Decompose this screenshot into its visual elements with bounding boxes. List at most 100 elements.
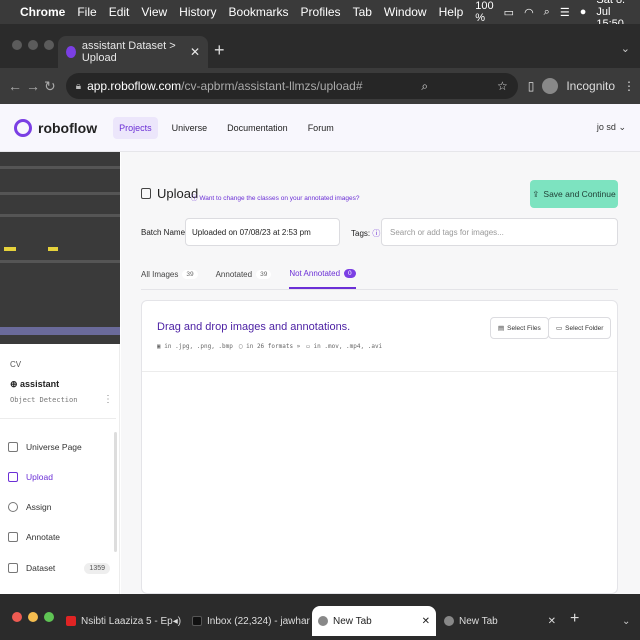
top-nav: Projects Universe Documentation Forum [113,116,340,139]
more-options-icon[interactable]: ⋮ [103,394,113,405]
menu-app-name[interactable]: Chrome [20,5,65,19]
tab-search-chevron-icon[interactable]: ⌄ [621,42,630,55]
battery-icon[interactable]: ▭ [504,6,514,19]
batch-name-input[interactable]: Uploaded on 07/08/23 at 2:53 pm [185,218,340,246]
zoom-icon[interactable]: ⌕ [421,79,428,94]
dataset-icon [8,563,18,573]
menu-file[interactable]: File [77,5,96,19]
minimize-window-button[interactable] [28,40,38,50]
menu-bookmarks[interactable]: Bookmarks [229,5,289,19]
tags-input[interactable]: Search or add tags for images... [381,218,618,246]
forward-button[interactable]: → [26,78,40,94]
supported-formats: ▣ in .jpg, .png, .bmp ▢ in 26 formats » … [157,343,382,350]
menu-help[interactable]: Help [439,5,464,19]
chevron-down-icon: ⌄ [618,122,626,132]
dropzone[interactable]: Drag and drop images and annotations. ▣ … [141,300,618,594]
image-format-note: ▣ in .jpg, .png, .bmp [157,343,233,350]
select-files-button[interactable]: ▤ Select Files [490,317,549,339]
close-tab-icon[interactable]: ✕ [416,616,430,627]
tab-not-annotated[interactable]: Not Annotated 0 [289,262,356,289]
sidebar-item-label: Upload [26,472,53,482]
new-tab-button[interactable]: + [570,610,579,628]
sidebar-item-label: Assign [26,502,52,512]
change-classes-link[interactable]: ⓘ Want to change the classes on your ann… [191,192,360,202]
menu-history[interactable]: History [179,5,216,19]
tags-label: Tags: ⓘ [351,229,381,238]
roboflow-favicon-icon [66,46,76,58]
second-window-tab-strip: Nsibti Laaziza 5 - Ep ◂) ✕ Inbox (22,324… [0,594,640,640]
close-window-button[interactable] [12,40,22,50]
zoom-window-button[interactable] [44,612,54,622]
save-icon: ⇪ [532,188,540,199]
menu-kebab-icon[interactable]: ⋮ [623,79,635,93]
sidebar-scrollbar[interactable] [114,432,117,552]
search-icon[interactable]: ⌕ [544,6,550,19]
upload-icon [141,188,151,199]
sidebar-item-annotate[interactable]: Annotate [8,526,110,548]
close-tab-icon[interactable]: ✕ [181,616,184,627]
close-tab-icon[interactable]: ✕ [190,45,200,59]
annotation-format-note: ▢ in 26 formats » [238,343,301,350]
tab-annotated[interactable]: Annotated 39 [216,262,272,289]
close-window-button[interactable] [12,612,22,622]
minimize-window-button[interactable] [28,612,38,622]
menu-tab[interactable]: Tab [353,5,372,19]
app-header: roboflow Projects Universe Documentation… [0,104,640,152]
sidebar-item-upload[interactable]: Upload [8,466,110,488]
browser-tab-newtab[interactable]: New Tab ✕ [438,606,562,636]
browser-tab-newtab-active[interactable]: New Tab ✕ [312,606,436,636]
incognito-label[interactable]: Incognito [566,79,615,93]
wifi-icon[interactable]: ◠ [524,6,534,19]
project-type: Object Detection [10,396,78,404]
new-tab-button[interactable]: + [214,40,225,61]
page-title: Upload [141,186,198,201]
back-button[interactable]: ← [8,78,22,94]
speaker-icon[interactable]: ◂) [173,616,181,627]
folder-icon: ▭ [556,325,563,332]
sidebar-item-dataset[interactable]: Dataset 1359 [8,557,110,579]
select-folder-button[interactable]: ▭ Select Folder [548,317,612,339]
annotate-icon [8,532,18,542]
browser-tab-youtube[interactable]: Nsibti Laaziza 5 - Ep ◂) ✕ [60,606,184,636]
tab-search-chevron-icon[interactable]: ⌄ [622,616,630,627]
battery-percent: 100 % [475,0,494,24]
browser-tab-active[interactable]: assistant Dataset > Upload ✕ [58,36,208,68]
menu-profiles[interactable]: Profiles [301,5,341,19]
dataset-count-badge: 1359 [84,562,110,574]
menu-window[interactable]: Window [384,5,427,19]
tab-all-images[interactable]: All Images 39 [141,262,198,289]
sidepanel-icon[interactable]: ▯ [528,79,535,93]
brand-name: roboflow [38,119,98,136]
nav-universe[interactable]: Universe [166,117,214,139]
project-name[interactable]: ⊕ assistant [10,379,59,390]
siri-icon[interactable]: ● [580,6,587,18]
sidebar-item-universe-page[interactable]: Universe Page [8,436,110,458]
mail-favicon-icon [192,616,202,626]
macos-menubar: Chrome File Edit View History Bookmarks … [0,0,640,30]
incognito-avatar-icon[interactable] [542,78,559,94]
nav-forum[interactable]: Forum [302,117,340,139]
browser-tab-inbox[interactable]: Inbox (22,324) - jawhar ✕ [186,606,310,636]
lock-icon[interactable]: 🔒︎ [76,81,81,92]
nav-projects[interactable]: Projects [113,116,158,139]
zoom-window-button[interactable] [44,40,54,50]
tags-help-icon: ⓘ [372,229,381,238]
user-menu[interactable]: jo sd ⌄ [597,122,626,133]
sidebar-item-assign[interactable]: Assign [8,496,110,518]
tab-title: assistant Dataset > Upload [81,40,176,64]
roboflow-logo[interactable]: roboflow [14,118,98,137]
address-bar[interactable]: 🔒︎ app.roboflow.com /cv-apbrm/assistant-… [65,73,518,99]
save-and-continue-button[interactable]: ⇪ Save and Continue [530,180,618,208]
upload-main: Upload ⓘ Want to change the classes on y… [121,152,640,594]
menu-view[interactable]: View [141,5,167,19]
close-tab-icon[interactable]: ✕ [542,616,556,627]
menu-edit[interactable]: Edit [109,5,130,19]
toolbar-right: ▯ Incognito ⋮ [528,78,635,94]
batch-name-label: Batch Name: [141,228,188,237]
control-center-icon[interactable]: ☰ [560,6,570,19]
url-host: app.roboflow.com [87,79,182,93]
nav-documentation[interactable]: Documentation [221,117,294,139]
workspace-name: CV [10,360,22,369]
reload-button[interactable]: ↻ [44,78,56,95]
bookmark-star-icon[interactable]: ☆ [497,79,508,93]
